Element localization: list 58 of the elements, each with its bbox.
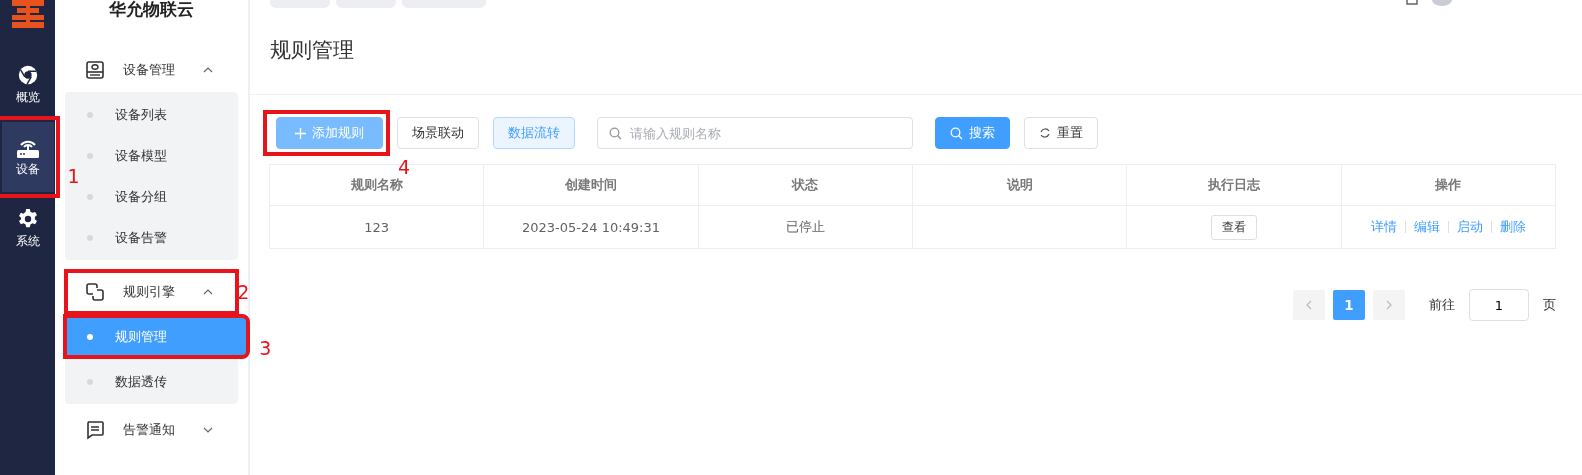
page-title: 规则管理 bbox=[250, 36, 1582, 95]
view-button[interactable]: 查看 bbox=[1210, 214, 1257, 240]
brand-title: 华允物联云 bbox=[108, 0, 196, 21]
message-icon bbox=[85, 420, 106, 440]
table-cell: 2023-05-24 10:49:31 bbox=[483, 205, 699, 249]
chevron-right-icon bbox=[1386, 300, 1392, 310]
logo-icon bbox=[10, 0, 45, 30]
rail-item[interactable]: 系统 bbox=[1, 198, 54, 260]
chevron-icon bbox=[203, 289, 214, 295]
chevron-left-icon bbox=[1306, 300, 1312, 310]
menu-item[interactable]: 数据透传 bbox=[65, 361, 238, 402]
annotation-number: 1 bbox=[67, 166, 80, 186]
menu-item[interactable]: 设备列表 bbox=[65, 94, 238, 135]
column-header: 状态 bbox=[698, 164, 913, 206]
refresh-icon bbox=[1039, 127, 1051, 139]
menu-item-label: 设备告警 bbox=[115, 228, 168, 247]
goto-label: 前往 bbox=[1429, 296, 1455, 314]
plus-icon bbox=[295, 127, 306, 139]
page-unit: 页 bbox=[1543, 296, 1556, 314]
rail-label: 设备 bbox=[15, 161, 40, 178]
menu-group[interactable]: 告警通知 bbox=[65, 408, 238, 452]
fullscreen-icon[interactable] bbox=[1406, 0, 1418, 5]
chevron-icon bbox=[203, 67, 214, 73]
annotation-number: 4 bbox=[398, 157, 411, 177]
settings-icon bbox=[16, 208, 39, 230]
column-header: 执行日志 bbox=[1126, 164, 1342, 206]
table-cell: 123 bbox=[269, 205, 484, 249]
avatar-icon[interactable] bbox=[1432, 0, 1452, 6]
toolbar-button[interactable]: 场景联动 bbox=[397, 117, 479, 149]
menu-item-label: 设备列表 bbox=[115, 105, 168, 124]
menu-item-label: 设备模型 bbox=[115, 146, 168, 165]
hard-drive-icon bbox=[85, 60, 106, 80]
rail-item[interactable]: 概览 bbox=[1, 54, 54, 116]
chevron-icon bbox=[203, 427, 214, 433]
annotation-number: 3 bbox=[259, 338, 272, 358]
prev-page-button[interactable] bbox=[1293, 290, 1325, 320]
column-header: 创建时间 bbox=[483, 164, 699, 206]
menu-group-label: 告警通知 bbox=[123, 421, 177, 439]
menu-item-label: 规则管理 bbox=[115, 327, 168, 346]
menu-item-label: 数据透传 bbox=[115, 372, 168, 391]
menu-group[interactable]: 设备管理 bbox=[65, 48, 238, 92]
annotation-number: 2 bbox=[237, 282, 250, 302]
column-header: 说明 bbox=[912, 164, 1127, 206]
link-icon bbox=[85, 282, 106, 302]
menu-item[interactable]: 设备告警 bbox=[65, 217, 238, 258]
menu-item-label: 设备分组 bbox=[115, 187, 168, 206]
menu-group-label: 设备管理 bbox=[123, 61, 177, 79]
rail-label: 系统 bbox=[15, 233, 40, 250]
column-header: 操作 bbox=[1341, 164, 1556, 206]
aperture-icon bbox=[16, 64, 39, 86]
rail-label: 概览 bbox=[15, 89, 40, 106]
search-icon bbox=[950, 126, 963, 140]
next-page-button[interactable] bbox=[1373, 290, 1405, 320]
search-field[interactable]: 请输入规则名称 bbox=[597, 117, 913, 149]
table-cell: 已停止 bbox=[698, 205, 913, 249]
reset-button[interactable]: 重置 bbox=[1024, 117, 1098, 149]
menu-group-label: 规则引擎 bbox=[123, 283, 177, 301]
page-input[interactable]: 1 bbox=[1469, 289, 1529, 321]
